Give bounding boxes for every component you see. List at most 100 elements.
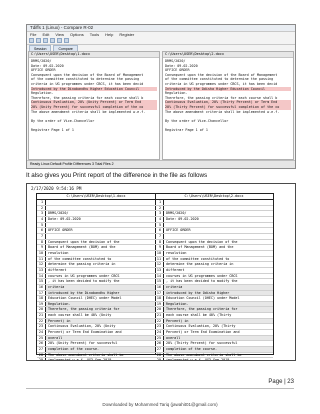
report-line-text: The above amendment criteria shall be [166, 352, 242, 357]
menu-item-edit[interactable]: Edit [42, 32, 49, 37]
report-line-number: 27 [37, 347, 46, 352]
report-line-text: Percent) in [164, 318, 273, 324]
menu-item-tools[interactable]: Tools [90, 32, 99, 37]
report-line-text: Education Council (OHEC) under Model [166, 296, 240, 301]
report-line-text: each course shall be 40% (Unity [48, 313, 112, 318]
left-pane[interactable]: C:\Users\USER\Desktop\1.docx DRMS/2020/ … [28, 51, 160, 160]
report-line-number: 25 [155, 335, 164, 341]
right-pane-text: DRMS/2020/ Date: 09-02-2020 OFFICE ORDER C… [163, 58, 293, 134]
menu-item-file[interactable]: File [30, 32, 36, 37]
report-line-text: courses in UG programmes under CBCS [48, 273, 120, 278]
app-title: Tdiffs 1 (Linux) - Compare R-02 [27, 25, 295, 32]
report-line-number: 27 [155, 347, 164, 352]
report-left-lines: 1 2 3 DRMS/2020/4 Date: 09-02-2020 5 6 OFFICE … [37, 200, 155, 360]
report-line-text [46, 200, 155, 205]
report-line-number: 3 [155, 211, 164, 216]
report-line-text: Regulation. [164, 301, 273, 307]
report-line-text: overall [164, 335, 273, 341]
report-line-number: 8 [155, 239, 164, 245]
report-line-text: Consequent upon the decision of the [48, 239, 120, 244]
report-line-text [164, 200, 273, 205]
report-line-text: criteria [46, 284, 155, 290]
report-line-number: 12 [37, 262, 46, 267]
report-line-text: of the committee constituted to [166, 256, 230, 261]
report-line-text: overall [46, 335, 155, 341]
report-line-text: implemented w.e.f. UG3-Sem 2019. [166, 358, 232, 361]
report-line-number: 25 [37, 335, 46, 341]
report-line-number: 19 [155, 301, 164, 307]
report-line-text: Board of Management (BOM) and the [48, 245, 116, 250]
report-line-number: 29 [155, 358, 164, 360]
report-line-number: 10 [155, 250, 164, 256]
report-line-number: 23 [155, 324, 164, 330]
report-line-text: determine the passing criteria in [166, 262, 234, 267]
report-line-text: Continuous Evaluation, 20% (Unity [48, 324, 116, 329]
report-line-number: 10 [37, 250, 46, 256]
report-line-text: DRMS/2020/ [166, 211, 187, 216]
report-line-number: 7 [155, 233, 164, 239]
report-line-number: 14 [37, 273, 46, 279]
pane-line: 20% (Unity Percent) for successful compl… [31, 104, 157, 110]
report-line-number: 11 [155, 256, 164, 262]
report-line-text [164, 206, 273, 211]
report-line-text: Percent) or Term End Examination and [166, 330, 240, 335]
report-line-number: 9 [155, 245, 164, 250]
report-line-number: 9 [37, 245, 46, 250]
report-line-text: Date: 09-02-2020 [166, 216, 199, 221]
pane-line: The above amendment criteria shall be im… [165, 109, 280, 114]
menu-item-options[interactable]: Options [70, 32, 84, 37]
report-line-number: 18 [37, 296, 46, 301]
right-pane[interactable]: C:\Users\USER\Desktop\2.docx DRMS/2020/ … [162, 51, 294, 160]
report-line-number: 16 [37, 284, 46, 290]
report-line-number: 18 [155, 296, 164, 301]
report-line-number: 26 [155, 341, 164, 347]
report-line-number: 16 [155, 284, 164, 290]
report-line-text: of the committee constituted to [48, 256, 112, 261]
report-line-text: Therefore, the passing criteria for [164, 307, 273, 313]
report-line-number: 13 [155, 267, 164, 273]
footer-divider [26, 388, 294, 389]
report-line-text: Regulation. [46, 301, 155, 307]
report-line-text [164, 234, 273, 239]
report-line-text: , it has been decided to modify the [48, 279, 120, 284]
report-line-number: 22 [37, 318, 46, 324]
menu-item-help[interactable]: Help [105, 32, 113, 37]
report-line-text: different [166, 267, 185, 272]
next-diff-icon[interactable] [57, 38, 62, 43]
menu-item-register[interactable]: Register [119, 32, 134, 37]
report-line-number: 17 [155, 290, 164, 296]
report-line-number: 6 [155, 228, 164, 233]
report-line-text: completion of the course. [164, 347, 273, 352]
report-line-number: 1 [37, 200, 46, 205]
report-line-number: 4 [37, 216, 46, 222]
report-line-number: 11 [37, 256, 46, 262]
report-line-text: Board of Management (BOM) and the [166, 245, 234, 250]
report-line-text: 20% (Thirty Percent) for successful [166, 341, 238, 346]
prev-diff-icon[interactable] [50, 38, 55, 43]
print-icon[interactable] [64, 38, 69, 43]
report-line-text [46, 206, 155, 211]
menu-item-view[interactable]: View [55, 32, 64, 37]
report-line-number: 15 [155, 279, 164, 284]
pane-line: The above amendment criteria shall be im… [31, 109, 146, 114]
compare-panes: C:\Users\USER\Desktop\1.docx DRMS/2020/ … [28, 51, 294, 160]
report-date: 2/17/2020 9:54:16 PM [31, 186, 82, 191]
report-line-number: 15 [37, 279, 46, 284]
report-line-number: 24 [155, 330, 164, 335]
report-line-number: 21 [37, 313, 46, 318]
open-icon[interactable] [29, 38, 34, 43]
report-line-text: 20% (Unity Percent) for successful [48, 341, 118, 346]
report-line-text [46, 223, 155, 228]
save-icon[interactable] [36, 38, 41, 43]
report-line-number: 14 [155, 273, 164, 279]
report-line-number: 24 [37, 330, 46, 335]
report-line-number: 28 [37, 352, 46, 358]
pane-line: Registrar Page 1 of 1 [165, 127, 208, 132]
report-line-text [164, 223, 273, 228]
pane-line: criteria in UG programmes under CBCS, it… [31, 81, 144, 86]
report-line-number: 21 [155, 313, 164, 318]
caption-text: It also gives you Print report of the di… [26, 172, 208, 179]
refresh-icon[interactable] [43, 38, 48, 43]
report-line-number: 5 [37, 222, 46, 228]
report-line-number: 12 [155, 262, 164, 267]
